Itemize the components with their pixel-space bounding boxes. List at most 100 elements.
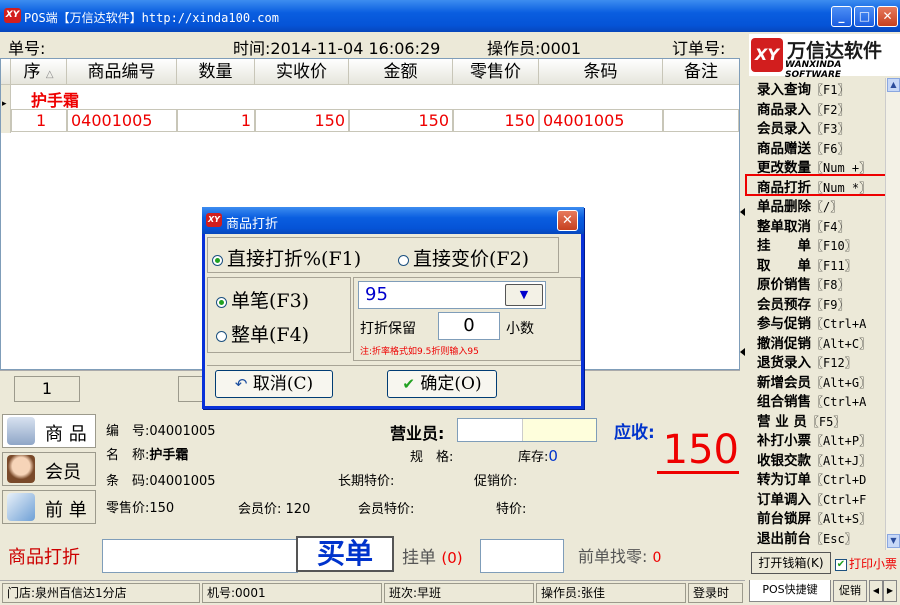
shortcut-item[interactable]: 补打小票〖Alt+P〗 (757, 429, 871, 449)
status-bar: 门店:泉州百信达1分店 机号:0001 班次:早班 操作员:张佳 登录时 (0, 580, 745, 605)
discount-mode-group: 直接打折%(F1) 直接变价(F2) (207, 237, 559, 273)
hang-order-label[interactable]: 挂单 (0) (402, 543, 463, 568)
shortcut-item[interactable]: 转为订单〖Ctrl+D (757, 468, 866, 488)
shortcut-item[interactable]: 会员预存〖F9〗 (757, 293, 849, 313)
sales-person-input[interactable] (457, 418, 597, 442)
tab-pos-shortcuts[interactable]: POS快捷键 (749, 580, 831, 602)
ticket-label: 订单号: (672, 39, 726, 58)
col-amount[interactable]: 金额 (349, 59, 453, 85)
mode-input[interactable] (102, 539, 298, 573)
tab-member[interactable]: 会员 (2, 452, 96, 486)
tab-scroll-right-icon[interactable]: ▶ (883, 580, 897, 602)
print-receipt-checkbox[interactable]: ✔ 打印小票 (835, 555, 897, 572)
tab-goods[interactable]: 商 品 (2, 414, 96, 448)
receivable-amount: 150 (657, 428, 739, 474)
dialog-logo-icon: XY (206, 213, 222, 227)
shortcut-item[interactable]: 会员录入〖F3〗 (757, 117, 849, 137)
member-avatar-icon (7, 455, 35, 483)
shortcut-item-discount[interactable]: 商品打折〖Num *〗 (745, 174, 885, 196)
shortcut-item[interactable]: 新增会员〖Alt+G〗 (757, 371, 871, 391)
shortcut-item[interactable]: 录入查询〖F1〗 (757, 78, 849, 98)
receivable-label: 应收: (614, 423, 655, 443)
col-retail-price[interactable]: 零售价 (453, 59, 539, 85)
radio-on-icon (216, 296, 227, 308)
radio-off-icon (216, 330, 227, 342)
col-qty[interactable]: 数量 (177, 59, 255, 85)
close-button[interactable]: ✕ (877, 6, 898, 27)
brand-banner: XY 万信达软件 WANXINDA SOFTWARE (749, 34, 900, 80)
cell-actual-price: 150 (255, 109, 349, 132)
shortcut-item[interactable]: 退出前台〖Esc〗 (757, 527, 857, 547)
shortcut-item[interactable]: 整单取消〖F4〗 (757, 215, 849, 235)
grid-corner (1, 59, 11, 85)
tab-promotion[interactable]: 促销 (833, 580, 867, 602)
shortcut-item[interactable]: 营 业 员〖F5〗 (757, 410, 845, 430)
product-info-panel: 商 品 会员 前 单 编 号:04001005 名 称:护手霜 条 码:0400… (0, 412, 745, 534)
radio-single[interactable]: 单笔(F3) (216, 286, 309, 313)
shortcut-item[interactable]: 前台锁屏〖Alt+S〗 (757, 507, 871, 527)
cell-remark (663, 109, 739, 132)
confirm-button[interactable]: ✔ 确定(O) (387, 370, 497, 398)
tab-prev-order[interactable]: 前 单 (2, 490, 96, 524)
radio-direct-discount[interactable]: 直接打折%(F1) (212, 244, 361, 271)
discount-value-combo[interactable]: 95 ▼ (358, 281, 546, 309)
barcode-info: 条 码:04001005 (106, 474, 216, 489)
current-row-marker-icon: ▸ (2, 99, 7, 109)
col-code[interactable]: 商品编号 (67, 59, 177, 85)
tab-scroll-left-icon[interactable]: ◀ (869, 580, 883, 602)
radio-whole[interactable]: 整单(F4) (216, 320, 309, 347)
col-actual-price[interactable]: 实收价 (255, 59, 349, 85)
cancel-button[interactable]: ↶ 取消(C) (215, 370, 333, 398)
app-logo-icon: XY (4, 8, 21, 23)
special-info: 特价: (496, 502, 527, 517)
scroll-down-icon[interactable]: ▼ (887, 534, 900, 548)
title-bar: XY POS端【万信达软件】http://xinda100.com _ □ ✕ (0, 0, 900, 32)
shortcut-item[interactable]: 参与促销〖Ctrl+A (757, 312, 866, 332)
col-barcode[interactable]: 条码 (539, 59, 663, 85)
right-tabs: POS快捷键 促销 ◀ ▶ (745, 580, 900, 605)
check-icon: ✔ (402, 375, 415, 393)
mode-label: 商品打折 (8, 547, 80, 568)
shortcut-item[interactable]: 组合销售〖Ctrl+A (757, 390, 866, 410)
discount-value-group: 95 ▼ 打折保留 0 小数 注:折率格式如9.5折则输入95 (353, 277, 581, 361)
brand-slogan: WANXINDA SOFTWARE (785, 60, 842, 80)
checkout-button[interactable]: 买单 (296, 536, 394, 572)
brand-logo-icon: XY (751, 38, 783, 72)
status-login-time: 登录时 (688, 583, 743, 603)
chevron-down-icon[interactable]: ▼ (505, 284, 543, 306)
minimize-button[interactable]: _ (831, 6, 852, 27)
keep-decimal-input[interactable]: 0 (438, 312, 500, 340)
shortcut-item[interactable]: 退货录入〖F12〗 (757, 351, 857, 371)
table-row[interactable]: 1 04001005 1 150 150 150 04001005 (1, 109, 739, 133)
dialog-title: 商品打折 (226, 217, 279, 232)
keep-label: 打折保留 (360, 321, 416, 337)
name-info: 名 称:护手霜 (106, 448, 189, 463)
shortcut-item[interactable]: 取 单〖F11〗 (757, 254, 857, 274)
scroll-up-icon[interactable]: ▲ (887, 78, 900, 92)
shortcut-list: 录入查询〖F1〗 商品录入〖F2〗 会员录入〖F3〗 商品赠送〖F6〗 更改数量… (745, 78, 885, 550)
shortcut-item[interactable]: 单品删除〖/〗 (757, 195, 842, 215)
shortcut-item[interactable]: 收银交款〖Alt+J〗 (757, 449, 871, 469)
shortcut-item[interactable]: 原价销售〖F8〗 (757, 273, 849, 293)
radio-on-icon (212, 254, 223, 266)
col-remark[interactable]: 备注 (663, 59, 739, 85)
radio-direct-price[interactable]: 直接变价(F2) (398, 244, 529, 271)
shortcut-item[interactable]: 撤消促销〖Alt+C〗 (757, 332, 871, 352)
shortcut-scrollbar[interactable]: ▲ ▼ (885, 78, 900, 550)
shortcut-item[interactable]: 订单调入〖Ctrl+F (757, 488, 866, 508)
shortcut-item[interactable]: 商品录入〖F2〗 (757, 98, 849, 118)
dialog-close-button[interactable]: ✕ (557, 210, 578, 231)
open-drawer-button[interactable]: 打开钱箱(K) (751, 552, 831, 574)
cell-code: 04001005 (67, 109, 177, 132)
dialog-buttons: ↶ 取消(C) ✔ 确定(O) (207, 365, 581, 401)
maximize-button[interactable]: □ (854, 6, 875, 27)
cell-seq: 1 (11, 109, 67, 132)
shortcut-panel: XY 万信达软件 WANXINDA SOFTWARE 录入查询〖F1〗 商品录入… (745, 32, 900, 580)
status-operator: 操作员:张佳 (536, 583, 686, 603)
shortcut-item[interactable]: 挂 单〖F10〗 (757, 234, 857, 254)
shortcut-item[interactable]: 商品赠送〖F6〗 (757, 137, 849, 157)
shortcut-item[interactable]: 更改数量〖Num +〗 (757, 156, 871, 176)
spec-info: 规 格: (410, 450, 454, 465)
col-seq[interactable]: 序 △ (11, 59, 67, 85)
hang-input[interactable] (480, 539, 564, 573)
